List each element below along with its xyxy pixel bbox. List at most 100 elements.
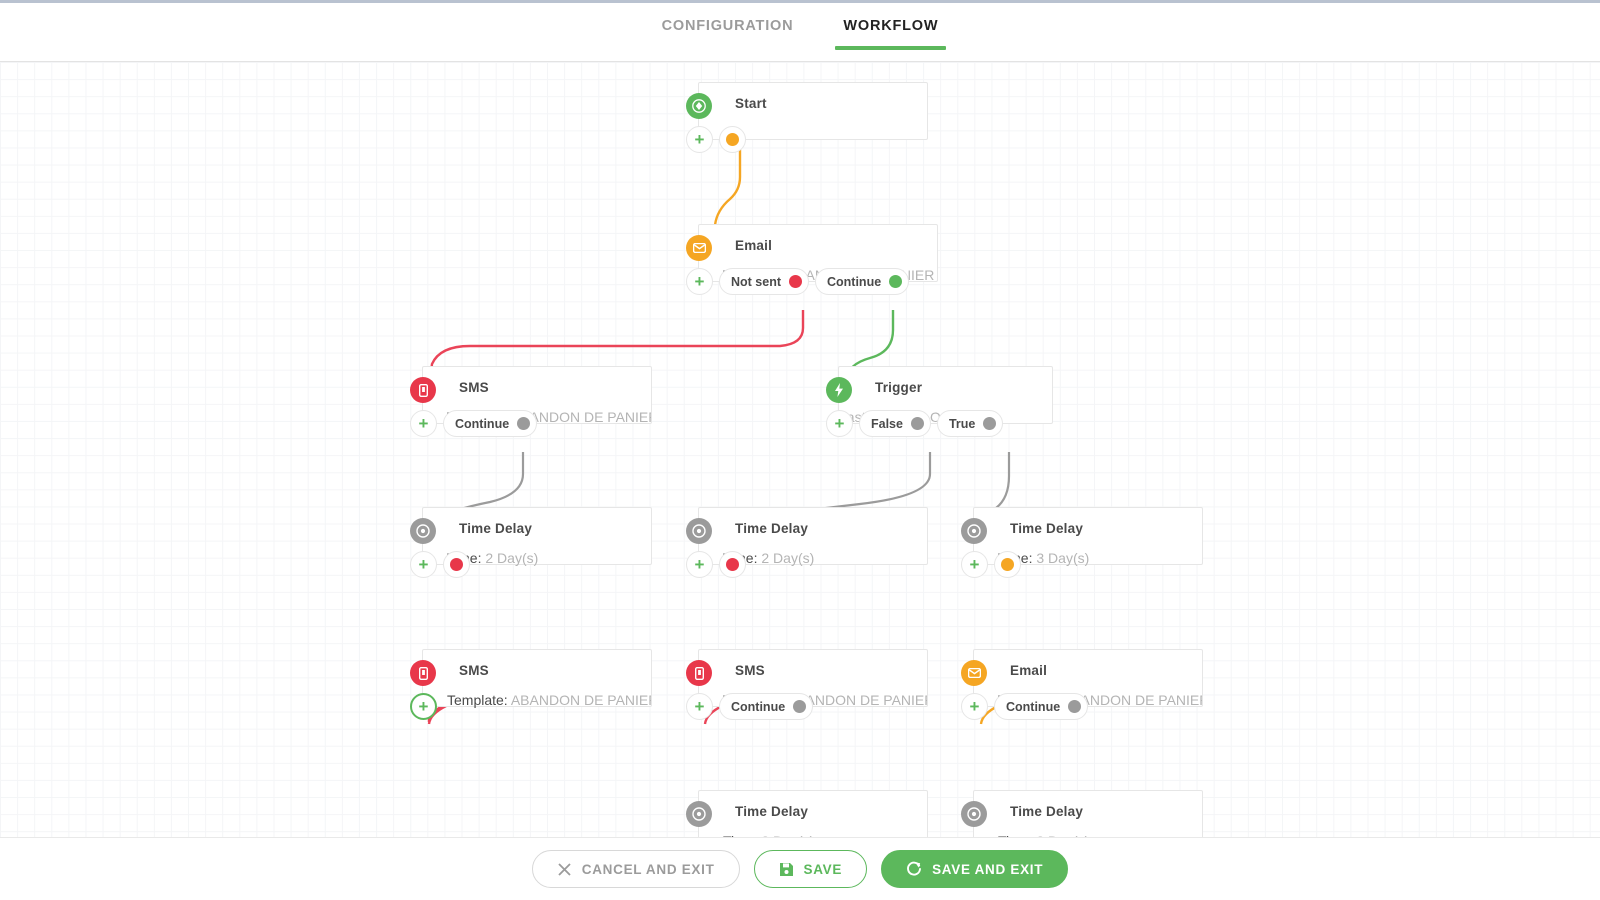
node-start-footer: + — [686, 126, 746, 153]
clock-icon — [961, 801, 987, 827]
cancel-and-exit-button[interactable]: CANCEL AND EXIT — [532, 850, 740, 888]
node-time-delay-1-header: Time Delay — [423, 508, 651, 548]
node-start[interactable]: Start + — [698, 82, 928, 140]
node-time-delay-4[interactable]: Time Delay Time: 2 Day(s) — [698, 790, 928, 837]
envelope-icon — [686, 235, 712, 261]
phone-icon — [410, 377, 436, 403]
add-step-button[interactable]: + — [410, 551, 437, 578]
add-step-button[interactable]: + — [826, 410, 853, 437]
node-time-delay-4-title: Time Delay — [735, 804, 808, 819]
clock-icon — [686, 801, 712, 827]
action-bar: CANCEL AND EXIT SAVE SAVE AND EXIT — [0, 837, 1600, 900]
node-email-2[interactable]: Email Template: ABANDON DE PANIER - ... … — [973, 649, 1203, 707]
output-connector[interactable] — [443, 551, 470, 578]
connector-dot — [889, 275, 902, 288]
node-trigger-1[interactable]: Trigger Last message Opened + False True — [838, 366, 1053, 424]
add-step-button[interactable]: + — [686, 268, 713, 295]
node-time-delay-1-footer: + — [410, 551, 470, 578]
save-and-exit-label: SAVE AND EXIT — [932, 862, 1043, 877]
node-time-delay-2-title: Time Delay — [735, 521, 808, 536]
branch-chip-continue[interactable]: Continue — [719, 693, 813, 720]
workflow-canvas[interactable]: Start + Email Template: ABA — [0, 62, 1600, 837]
node-time-delay-5-title: Time Delay — [1010, 804, 1083, 819]
connector-dot — [517, 417, 530, 430]
node-email-1-title: Email — [735, 238, 772, 253]
branch-chip-continue[interactable]: Continue — [994, 693, 1088, 720]
node-time-delay-3-header: Time Delay — [974, 508, 1202, 548]
clock-icon — [410, 518, 436, 544]
envelope-icon — [961, 660, 987, 686]
clock-icon — [961, 518, 987, 544]
add-step-button[interactable]: + — [686, 551, 713, 578]
add-step-button[interactable]: + — [410, 410, 437, 437]
workflow-editor: CONFIGURATION WORKFLOW — [0, 0, 1600, 900]
node-email-1-footer: + Not sent Continue — [686, 268, 909, 295]
connector-dot — [789, 275, 802, 288]
node-sms-3[interactable]: SMS Template: ABANDON DE PANIER - ... + … — [698, 649, 928, 707]
output-connector-start[interactable] — [719, 126, 746, 153]
node-email-2-header: Email — [974, 650, 1202, 690]
tab-workflow[interactable]: WORKFLOW — [835, 14, 946, 50]
node-sms-1[interactable]: SMS Template: ABANDON DE PANIER - ... + … — [422, 366, 652, 424]
start-icon — [686, 93, 712, 119]
node-time-delay-1[interactable]: Time Delay Time: 2 Day(s) + — [422, 507, 652, 565]
add-step-button[interactable]: + — [961, 693, 988, 720]
node-time-delay-4-header: Time Delay — [699, 791, 927, 831]
node-time-delay-5[interactable]: Time Delay Time: 2 Day(s) — [973, 790, 1203, 837]
cancel-and-exit-label: CANCEL AND EXIT — [582, 862, 715, 877]
time-value: 2 Day(s) — [761, 550, 814, 566]
branch-label: Not sent — [731, 275, 781, 289]
node-trigger-1-title: Trigger — [875, 380, 922, 395]
save-button[interactable]: SAVE — [754, 850, 868, 888]
save-label: SAVE — [804, 862, 843, 877]
node-sms-2-template: Template: ABANDON DE PANIER - ... — [423, 690, 651, 710]
node-time-delay-3-title: Time Delay — [1010, 521, 1083, 536]
node-email-1[interactable]: Email Template: ABANDON DE PANIER - ... … — [698, 224, 938, 282]
connector-dot — [983, 417, 996, 430]
node-time-delay-1-title: Time Delay — [459, 521, 532, 536]
node-trigger-1-header: Trigger — [839, 367, 1052, 407]
phone-icon — [410, 660, 436, 686]
close-icon — [557, 862, 572, 877]
node-time-delay-2[interactable]: Time Delay Time: 2 Day(s) + — [698, 507, 928, 565]
branch-chip-false[interactable]: False — [859, 410, 931, 437]
connector-edges — [0, 62, 1600, 837]
branch-chip-true[interactable]: True — [937, 410, 1003, 437]
bolt-icon — [826, 377, 852, 403]
node-start-title: Start — [735, 96, 767, 111]
node-sms-2-title: SMS — [459, 663, 489, 678]
node-time-delay-2-footer: + — [686, 551, 746, 578]
branch-label: True — [949, 417, 975, 431]
tab-configuration[interactable]: CONFIGURATION — [654, 14, 802, 50]
node-trigger-1-footer: + False True — [826, 410, 1003, 437]
add-step-button[interactable]: + — [686, 126, 713, 153]
branch-chip-not-sent[interactable]: Not sent — [719, 268, 809, 295]
node-time-delay-3[interactable]: Time Delay Time: 3 Day(s) + — [973, 507, 1203, 565]
header-bar: CONFIGURATION WORKFLOW — [0, 0, 1600, 62]
node-time-delay-3-footer: + — [961, 551, 1021, 578]
clock-icon — [686, 518, 712, 544]
add-step-button[interactable]: + — [410, 693, 437, 720]
node-sms-2-footer: + — [410, 693, 437, 720]
branch-chip-continue[interactable]: Continue — [815, 268, 909, 295]
add-step-button[interactable]: + — [686, 693, 713, 720]
node-sms-2[interactable]: SMS Template: ABANDON DE PANIER - ... + — [422, 649, 652, 707]
node-sms-3-footer: + Continue — [686, 693, 813, 720]
floppy-disk-icon — [779, 862, 794, 877]
node-sms-3-title: SMS — [735, 663, 765, 678]
phone-icon — [686, 660, 712, 686]
add-step-button[interactable]: + — [961, 551, 988, 578]
connector-dot — [1001, 558, 1014, 571]
node-sms-1-footer: + Continue — [410, 410, 537, 437]
output-connector[interactable] — [994, 551, 1021, 578]
node-sms-2-header: SMS — [423, 650, 651, 690]
connector-dot — [911, 417, 924, 430]
save-and-exit-button[interactable]: SAVE AND EXIT — [881, 850, 1068, 888]
output-connector[interactable] — [719, 551, 746, 578]
connector-dot — [793, 700, 806, 713]
node-start-header: Start — [699, 83, 927, 123]
branch-label: Continue — [1006, 700, 1060, 714]
branch-chip-continue[interactable]: Continue — [443, 410, 537, 437]
node-time-delay-2-header: Time Delay — [699, 508, 927, 548]
template-value: ABANDON DE PANIER - ... — [511, 692, 651, 708]
